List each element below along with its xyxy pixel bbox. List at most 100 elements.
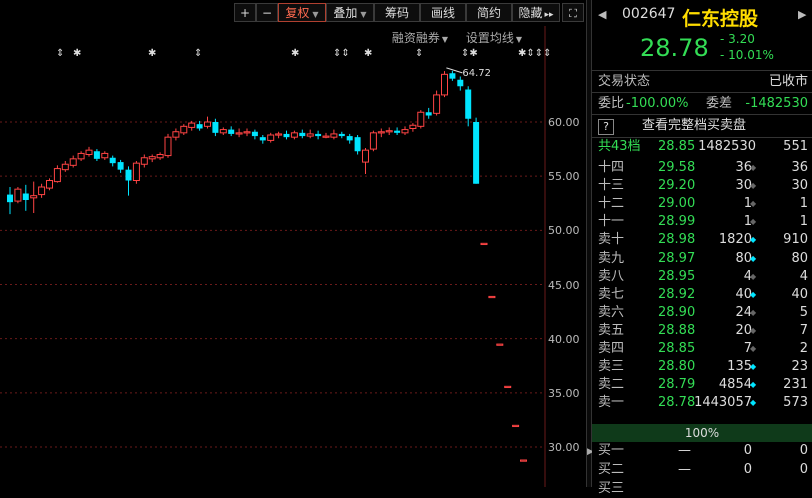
candle[interactable] — [449, 70, 456, 81]
fuquan-button[interactable]: 复权 ▼ — [278, 3, 326, 22]
candle[interactable] — [125, 166, 132, 196]
ask-row[interactable]: 卖六 28.90 24 ◆ 5 — [592, 304, 812, 322]
zoom-in-button[interactable]: + — [234, 3, 256, 22]
event-marker-icon[interactable]: ⇕ — [194, 48, 202, 59]
candle[interactable] — [346, 133, 353, 144]
candle[interactable] — [156, 152, 164, 160]
candle[interactable] — [109, 155, 116, 167]
candle[interactable] — [38, 183, 46, 198]
simple-mode-button[interactable]: 简约 — [466, 3, 512, 22]
candle[interactable] — [228, 126, 235, 137]
candle[interactable] — [480, 242, 488, 246]
candle[interactable] — [14, 187, 22, 204]
zoom-out-button[interactable]: − — [256, 3, 278, 22]
candle[interactable] — [204, 116, 211, 129]
candle[interactable] — [93, 149, 100, 161]
event-marker-icon[interactable]: ✱⇕⇕⇕ — [518, 48, 552, 59]
candle[interactable] — [77, 151, 85, 161]
candle[interactable] — [132, 161, 140, 184]
ask-row[interactable]: 卖二 28.79 4854 ◆ 231 — [592, 376, 812, 394]
candle[interactable] — [417, 110, 425, 129]
ask-row[interactable]: 十二 29.00 1 ◆ 1 — [592, 195, 812, 213]
candle[interactable] — [140, 154, 148, 168]
prev-stock-icon[interactable]: ◀ — [598, 8, 606, 21]
candle[interactable] — [322, 132, 330, 139]
view-full-book-row[interactable]: 查看完整档买卖盘 — [592, 117, 812, 135]
candle[interactable] — [117, 159, 124, 173]
ask-row[interactable]: 卖十 28.98 1820 ◆ 910 — [592, 231, 812, 249]
ask-row[interactable]: 十四 29.58 36 ◆ 36 — [592, 159, 812, 177]
candle[interactable] — [251, 129, 258, 140]
candle[interactable] — [243, 128, 251, 137]
candle[interactable] — [409, 123, 417, 132]
ask-row[interactable]: 卖三 28.80 135 ◆ 23 — [592, 358, 812, 376]
candle[interactable] — [61, 161, 69, 172]
candle[interactable] — [30, 181, 38, 213]
ma-settings-button[interactable]: 设置均线 — [466, 31, 514, 45]
event-marker-icon[interactable]: ✱ — [148, 48, 156, 59]
ask-row[interactable]: 卖九 28.97 80 ◆ 80 — [592, 250, 812, 268]
bid-row[interactable]: 买三 — [592, 480, 812, 498]
candle[interactable] — [7, 187, 13, 215]
candle[interactable] — [101, 151, 109, 160]
candle[interactable] — [22, 184, 29, 211]
candle[interactable] — [306, 129, 314, 139]
candle[interactable] — [315, 130, 322, 140]
candle[interactable] — [85, 146, 93, 157]
candle[interactable] — [235, 128, 243, 138]
candle[interactable] — [219, 127, 227, 135]
chips-button[interactable]: 筹码 — [374, 3, 420, 22]
candle[interactable] — [283, 130, 290, 140]
ask-row[interactable]: 卖四 28.85 7 ◆ 2 — [592, 340, 812, 358]
candle[interactable] — [172, 128, 180, 141]
event-marker-icon[interactable]: ✱ — [291, 48, 299, 59]
event-marker-icon[interactable]: ⇕ — [415, 48, 423, 59]
candle[interactable] — [148, 154, 156, 163]
candle[interactable] — [69, 155, 77, 168]
kline-plot[interactable]: 64.72 — [0, 0, 586, 487]
candle[interactable] — [212, 118, 219, 137]
candle[interactable] — [401, 126, 409, 135]
collapse-arrow-icon[interactable]: ▶ — [587, 444, 594, 460]
candle[interactable] — [425, 107, 432, 119]
event-marker-icon[interactable]: ⇕⇕ — [333, 48, 350, 59]
candle[interactable] — [53, 165, 61, 183]
candle[interactable] — [385, 127, 393, 135]
candle[interactable] — [164, 133, 172, 158]
ask-row[interactable]: 卖八 28.95 4 ◆ 4 — [592, 268, 812, 286]
draw-line-button[interactable]: 画线 — [420, 3, 466, 22]
candle[interactable] — [338, 131, 345, 139]
candle[interactable] — [275, 131, 283, 139]
candle[interactable] — [433, 90, 441, 116]
candle[interactable] — [394, 127, 401, 135]
candle[interactable] — [362, 148, 369, 174]
candle[interactable] — [473, 117, 480, 184]
candle[interactable] — [188, 120, 196, 131]
candle[interactable] — [180, 124, 188, 135]
next-stock-icon[interactable]: ▶ — [798, 8, 806, 21]
event-marker-icon[interactable]: ✱ — [73, 48, 81, 59]
bid-row[interactable]: 买二 — 0 0 — [592, 461, 812, 479]
candle[interactable] — [504, 385, 512, 389]
kline-chart-pane[interactable]: 64.72 + − 复权 ▼ 叠加 ▼ 筹码 画线 简约 隐藏 ▸▸ ⛶ 融资融券 ▼ … — [0, 0, 586, 487]
candle[interactable] — [496, 343, 504, 346]
view-full-book-link[interactable]: 查看完整档买卖盘 — [642, 117, 746, 135]
candle[interactable] — [267, 132, 275, 143]
candle[interactable] — [330, 129, 338, 140]
candle[interactable] — [290, 130, 298, 140]
candle[interactable] — [377, 128, 385, 138]
event-marker-icon[interactable]: ✱ — [364, 48, 372, 59]
overlay-button[interactable]: 叠加 ▼ — [326, 3, 374, 22]
ask-row[interactable]: 卖五 28.88 20 ◆ 7 — [592, 322, 812, 340]
margin-trading-toggle[interactable]: 融资融券 — [392, 31, 440, 45]
candle[interactable] — [441, 71, 448, 98]
candle[interactable] — [259, 135, 266, 144]
candle[interactable] — [465, 86, 472, 127]
ask-row[interactable]: 卖一 28.78 1443057 ◆ 573 — [592, 394, 812, 412]
candle[interactable] — [299, 129, 306, 139]
ask-row[interactable]: 卖七 28.92 40 ◆ 40 — [592, 286, 812, 304]
ask-row[interactable]: 十三 29.20 30 ◆ 30 — [592, 177, 812, 195]
ask-row[interactable]: 十一 28.99 1 ◆ 1 — [592, 213, 812, 231]
candle[interactable] — [520, 459, 527, 462]
event-marker-icon[interactable]: ⇕✱ — [461, 48, 478, 59]
